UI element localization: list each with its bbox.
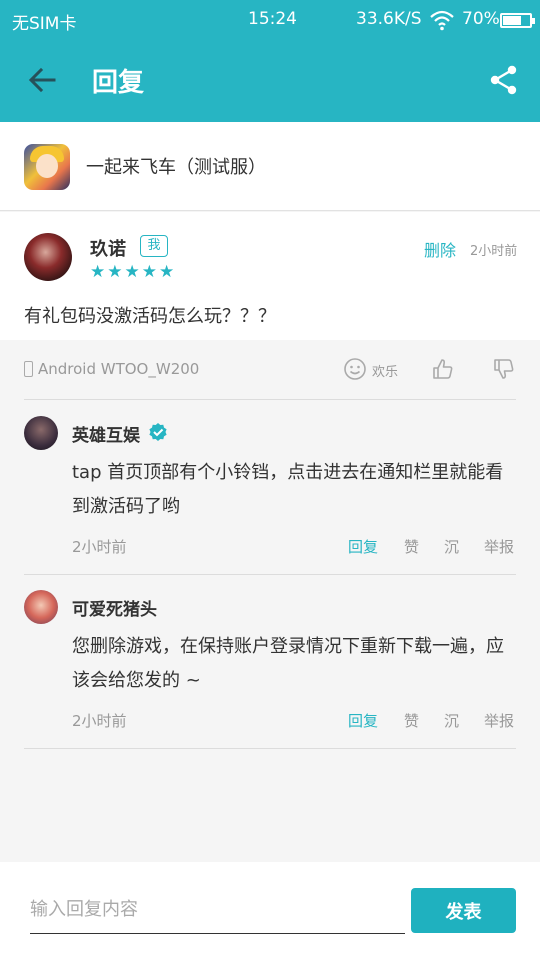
main-post: 玖诺 我 ★★★★★ 删除 2小时前 有礼包码没激活码怎么玩？？？ <box>0 212 540 340</box>
reaction-label[interactable]: 欢乐 <box>372 361 398 380</box>
reply-username[interactable]: 可爱死猪头 <box>72 595 157 620</box>
avatar[interactable] <box>24 233 72 281</box>
reply-button[interactable]: 回复 <box>348 710 378 731</box>
avatar[interactable] <box>24 416 58 450</box>
report-button[interactable]: 举报 <box>484 710 514 731</box>
thumbs-up-icon[interactable] <box>431 357 455 381</box>
app-bar: 回复 <box>0 40 540 122</box>
report-button[interactable]: 举报 <box>484 536 514 557</box>
reply-button[interactable]: 回复 <box>348 536 378 557</box>
sink-button[interactable]: 沉 <box>444 710 459 731</box>
reply-item: 英雄互娱 tap 首页顶部有个小铃铛，点击进去在通知栏里就能看到激活码了哟 2小… <box>24 416 516 575</box>
reply-time: 2小时前 <box>72 538 127 556</box>
post-time: 2小时前 <box>470 244 518 259</box>
post-meta-bar: Android WTOO_W200 欢乐 <box>24 340 516 400</box>
game-icon <box>24 144 70 190</box>
device-label: Android WTOO_W200 <box>38 360 200 378</box>
rating-stars: ★★★★★ <box>90 262 177 282</box>
battery-icon <box>500 13 535 28</box>
phone-icon <box>24 361 33 377</box>
network-speed: 33.6K/S <box>356 9 422 29</box>
carrier-label: 无SIM卡 <box>12 14 77 34</box>
wifi-icon <box>430 10 454 31</box>
like-button[interactable]: 赞 <box>404 710 419 731</box>
reply-input[interactable] <box>30 886 405 934</box>
reply-item: 可爱死猪头 您删除游戏，在保持账户登录情况下重新下载一遍，应该会给您发的 ~ 2… <box>24 590 516 749</box>
reply-text: 您删除游戏，在保持账户登录情况下重新下载一遍，应该会给您发的 ~ <box>72 636 504 691</box>
verified-badge-icon <box>149 423 167 441</box>
game-header[interactable]: 一起来飞车（测试服） <box>0 122 540 211</box>
avatar[interactable] <box>24 590 58 624</box>
send-button[interactable]: 发表 <box>411 888 516 933</box>
game-name: 一起来飞车（测试服） <box>86 157 266 178</box>
battery-percent: 70% <box>462 9 500 29</box>
reply-time: 2小时前 <box>72 712 127 730</box>
reply-username[interactable]: 英雄互娱 <box>72 421 140 446</box>
sink-button[interactable]: 沉 <box>444 536 459 557</box>
post-content: 有礼包码没激活码怎么玩？？？ <box>24 306 276 327</box>
reply-input-bar: 发表 <box>0 862 540 960</box>
like-button[interactable]: 赞 <box>404 536 419 557</box>
delete-button[interactable]: 删除 <box>424 237 456 261</box>
back-arrow-icon[interactable] <box>26 64 58 96</box>
page-title: 回复 <box>92 68 145 98</box>
me-badge: 我 <box>140 235 168 257</box>
clock: 15:24 <box>248 9 297 29</box>
status-bar: 无SIM卡 15:24 33.6K/S 70% <box>0 0 540 40</box>
smile-icon[interactable] <box>343 357 367 381</box>
post-username[interactable]: 玖诺 <box>90 235 126 261</box>
reply-text: tap 首页顶部有个小铃铛，点击进去在通知栏里就能看到激活码了哟 <box>72 462 504 517</box>
share-icon[interactable] <box>488 64 520 96</box>
thumbs-down-icon[interactable] <box>492 357 516 381</box>
